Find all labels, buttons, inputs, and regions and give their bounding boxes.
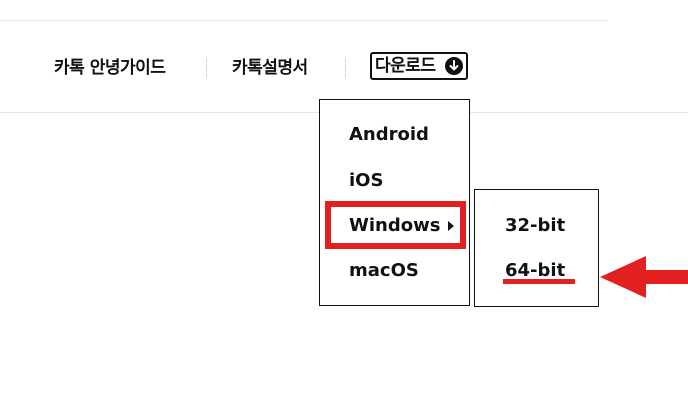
menu-item-windows[interactable]: Windows (349, 214, 440, 238)
submenu-item-64-bit[interactable]: 64-bit (505, 259, 565, 283)
arrow-down-circle-icon (445, 57, 463, 75)
download-button-label: 다운로드 (375, 56, 436, 76)
header-top-divider (0, 20, 608, 21)
nav-separator (345, 58, 346, 78)
submenu-item-32-bit[interactable]: 32-bit (505, 214, 565, 238)
left-arrow-icon (600, 256, 688, 298)
windows-submenu: 32-bit 64-bit (474, 189, 599, 307)
menu-item-macos[interactable]: macOS (349, 259, 419, 283)
download-button[interactable]: 다운로드 (370, 52, 468, 80)
download-dropdown-menu: Android iOS Windows macOS (319, 99, 470, 306)
menu-item-android[interactable]: Android (349, 123, 429, 147)
menu-item-ios[interactable]: iOS (349, 169, 383, 193)
nav-separator (206, 58, 207, 78)
submenu-caret-right-icon (448, 221, 454, 231)
nav-link-kakao-guide[interactable]: 카톡 안녕가이드 (54, 56, 166, 80)
nav-link-kakao-manual[interactable]: 카톡설명서 (232, 56, 308, 80)
